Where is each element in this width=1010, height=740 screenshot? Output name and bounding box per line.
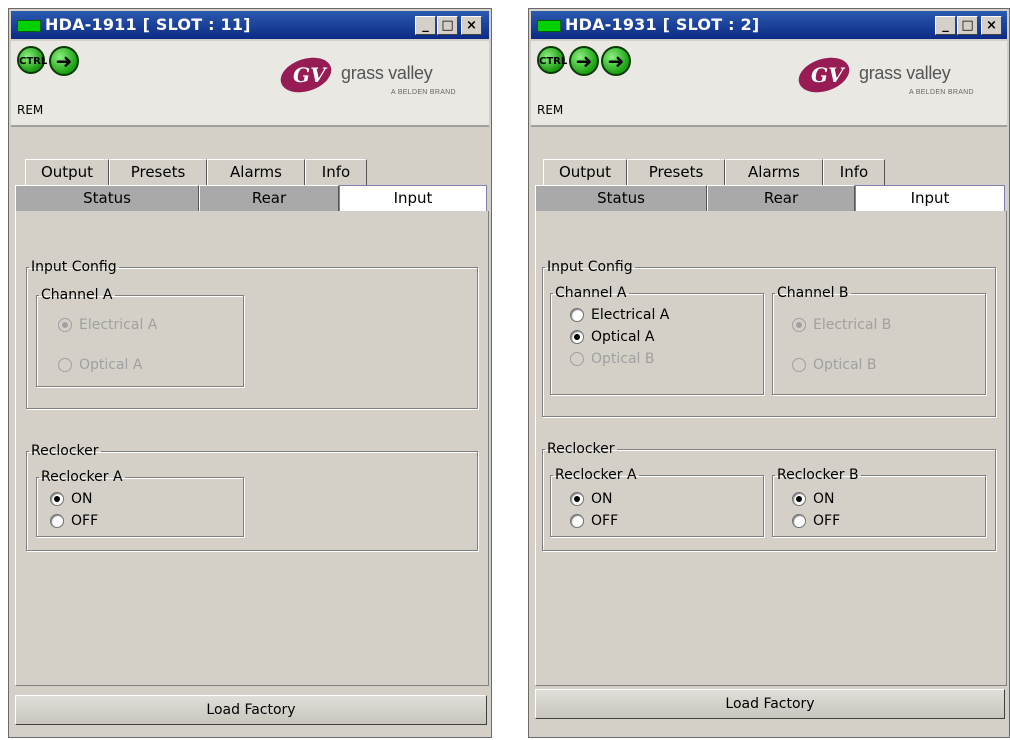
close-button[interactable]: × (461, 16, 482, 35)
svg-text:GV: GV (293, 63, 328, 87)
tab-input[interactable]: Input (339, 185, 487, 211)
tab-output[interactable]: Output (543, 159, 627, 185)
reclocker-label: Reclocker (547, 441, 615, 457)
header-area: CTRL ➜ REM GV grass valley A BELDEN BRAN… (11, 41, 489, 127)
reclocker-b-label: Reclocker B (777, 467, 859, 483)
tab-panel-input: Input Config Channel A Electrical A Opti… (15, 211, 489, 686)
title-bar[interactable]: HDA-1931 [ SLOT : 2] _ □ × (531, 11, 1007, 39)
close-button[interactable]: × (981, 16, 1002, 35)
tab-panel-input: Input Config Channel A Electrical A Opti… (535, 211, 1007, 686)
grass-valley-logo: GV (798, 57, 850, 93)
rem-label: REM (17, 103, 44, 117)
minimize-button[interactable]: _ (935, 16, 956, 35)
radio-reclocker-a-off[interactable]: OFF (570, 513, 618, 529)
radio-electrical-a: Electrical A (58, 317, 157, 333)
tab-presets[interactable]: Presets (627, 159, 725, 185)
tab-input[interactable]: Input (855, 185, 1005, 211)
tab-presets[interactable]: Presets (109, 159, 207, 185)
tab-status[interactable]: Status (535, 185, 707, 211)
load-factory-button[interactable]: Load Factory (15, 695, 487, 725)
ctrl-status-icon[interactable]: CTRL (17, 46, 47, 74)
tab-output[interactable]: Output (25, 159, 109, 185)
logo-brand-text: grass valley (859, 63, 951, 83)
radio-optical-b: Optical B (792, 357, 877, 373)
svg-text:GV: GV (811, 63, 846, 87)
radio-optical-b-ch-a: Optical B (570, 351, 655, 367)
device-window-hda-1911: HDA-1911 [ SLOT : 11] _ □ × CTRL ➜ REM G… (8, 8, 492, 738)
radio-reclocker-a-on[interactable]: ON (50, 491, 93, 507)
ctrl-status-icon[interactable]: CTRL (537, 46, 567, 74)
channel-b-group: Channel B (772, 285, 986, 395)
radio-optical-a[interactable]: Optical A (570, 329, 654, 345)
status-indicator-icon (537, 20, 561, 32)
radio-electrical-a[interactable]: Electrical A (570, 307, 669, 323)
arrow-right-icon[interactable]: ➜ (569, 46, 599, 76)
window-title: HDA-1911 [ SLOT : 11] (45, 15, 251, 34)
tab-status[interactable]: Status (15, 185, 199, 211)
tab-info[interactable]: Info (823, 159, 885, 185)
logo-brand-text: grass valley (341, 63, 433, 83)
minimize-button[interactable]: _ (415, 16, 436, 35)
header-area: CTRL ➜ ➜ REM GV grass valley A BELDEN BR… (531, 41, 1007, 127)
input-config-label: Input Config (31, 259, 117, 275)
arrow-right-icon[interactable]: ➜ (49, 46, 79, 76)
rem-label: REM (537, 103, 564, 117)
tab-info[interactable]: Info (305, 159, 367, 185)
radio-reclocker-b-on[interactable]: ON (792, 491, 835, 507)
radio-reclocker-a-on[interactable]: ON (570, 491, 613, 507)
window-title: HDA-1931 [ SLOT : 2] (565, 15, 760, 34)
radio-reclocker-a-off[interactable]: OFF (50, 513, 98, 529)
title-bar[interactable]: HDA-1911 [ SLOT : 11] _ □ × (11, 11, 489, 39)
maximize-button[interactable]: □ (957, 16, 978, 35)
tab-rear[interactable]: Rear (707, 185, 855, 211)
channel-b-label: Channel B (777, 285, 849, 301)
input-config-label: Input Config (547, 259, 633, 275)
tab-rear[interactable]: Rear (199, 185, 339, 211)
status-indicator-icon (17, 20, 41, 32)
arrow-right-icon-2[interactable]: ➜ (601, 46, 631, 76)
radio-optical-a: Optical A (58, 357, 142, 373)
channel-a-label: Channel A (555, 285, 627, 301)
grass-valley-logo: GV (280, 57, 332, 93)
reclocker-label: Reclocker (31, 443, 99, 459)
radio-electrical-b: Electrical B (792, 317, 891, 333)
tab-alarms[interactable]: Alarms (207, 159, 305, 185)
radio-reclocker-b-off[interactable]: OFF (792, 513, 840, 529)
reclocker-a-label: Reclocker A (41, 469, 123, 485)
tab-alarms[interactable]: Alarms (725, 159, 823, 185)
maximize-button[interactable]: □ (437, 16, 458, 35)
reclocker-a-label: Reclocker A (555, 467, 637, 483)
logo-tagline: A BELDEN BRAND (909, 89, 974, 96)
load-factory-button[interactable]: Load Factory (535, 689, 1005, 719)
channel-a-label: Channel A (41, 287, 113, 303)
device-window-hda-1931: HDA-1931 [ SLOT : 2] _ □ × CTRL ➜ ➜ REM … (528, 8, 1010, 738)
logo-tagline: A BELDEN BRAND (391, 89, 456, 96)
